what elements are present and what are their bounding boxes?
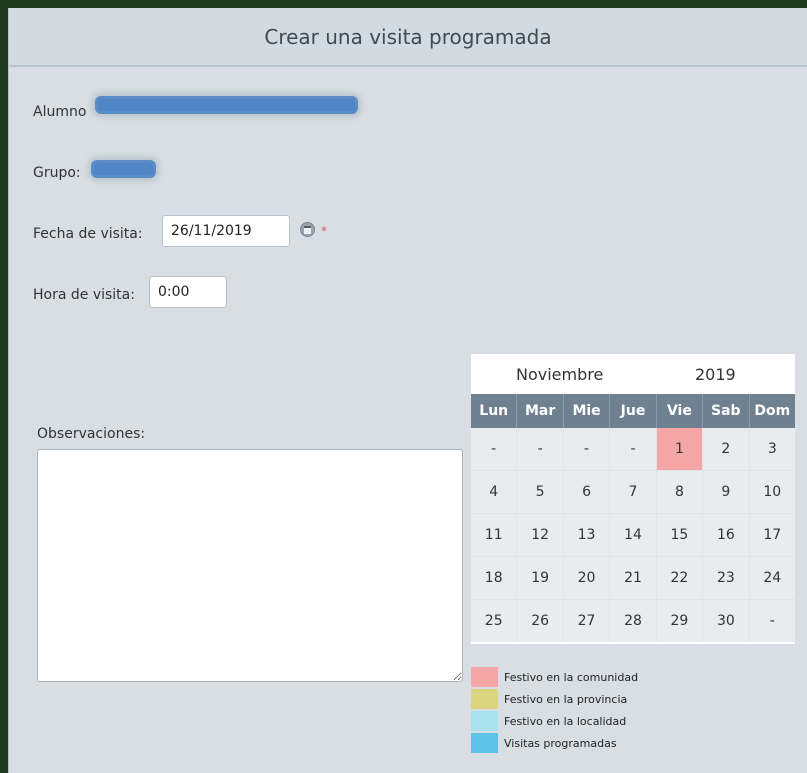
calendar-days-grid: - - - -1 2 3 4 5 6 7 8 9 10 11 12 13 14 15 16 17 18 19 20 21 22 2…	[471, 428, 795, 642]
legend-item: Festivo en la comunidad	[471, 666, 638, 688]
calendar: Noviembre 2019 Lun Mar Mie Jue Vie Sab D…	[471, 354, 795, 644]
calendar-day[interactable]: 28	[610, 600, 656, 642]
calendar-day[interactable]: 4	[471, 471, 517, 513]
dialog-title: Crear una visita programada	[264, 24, 552, 49]
weekday-vie: Vie	[657, 394, 704, 428]
calendar-day[interactable]: 9	[703, 471, 749, 513]
calendar-day: -	[471, 428, 517, 470]
calendar-day[interactable]: 12	[517, 514, 563, 556]
calendar-legend: Festivo en la comunidad Festivo en la pro…	[471, 666, 638, 754]
calendar-day[interactable]: 19	[517, 557, 563, 599]
calendar-day: -	[749, 600, 795, 642]
legend-swatch	[471, 711, 498, 731]
calendar-year: 2019	[695, 365, 736, 384]
calendar-day[interactable]: 6	[563, 471, 610, 513]
calendar-day[interactable]: 11	[471, 514, 517, 556]
calendar-day[interactable]: 26	[517, 600, 563, 642]
calendar-weekdays: Lun Mar Mie Jue Vie Sab Dom	[471, 394, 795, 428]
calendar-day: -	[610, 428, 656, 470]
calendar-month: Noviembre	[516, 365, 604, 384]
alumno-label: Alumno	[33, 104, 87, 120]
calendar-day[interactable]: 25	[471, 600, 517, 642]
hora-input[interactable]	[149, 276, 227, 308]
grupo-label: Grupo:	[33, 165, 81, 181]
required-mark: *	[321, 224, 327, 238]
legend-item: Visitas programadas	[471, 732, 638, 754]
calendar-icon[interactable]	[300, 222, 315, 237]
legend-label: Festivo en la provincia	[504, 692, 628, 706]
legend-swatch	[471, 733, 498, 753]
legend-item: Festivo en la provincia	[471, 688, 638, 710]
calendar-day[interactable]: 13	[563, 514, 610, 556]
calendar-day[interactable]: 16	[703, 514, 749, 556]
calendar-header: Noviembre 2019	[471, 354, 795, 394]
calendar-day[interactable]: 30	[703, 600, 749, 642]
weekday-lun: Lun	[471, 394, 518, 428]
calendar-day[interactable]: 2	[703, 428, 749, 470]
legend-swatch	[471, 689, 498, 709]
calendar-day: -	[563, 428, 610, 470]
calendar-day[interactable]: 17	[749, 514, 795, 556]
calendar-day[interactable]: 15	[656, 514, 703, 556]
grupo-redacted-value	[94, 163, 153, 175]
calendar-day[interactable]: 20	[563, 557, 610, 599]
calendar-day[interactable]: 27	[563, 600, 610, 642]
weekday-jue: Jue	[610, 394, 657, 428]
legend-label: Festivo en la comunidad	[504, 670, 639, 684]
calendar-day[interactable]: 18	[471, 557, 517, 599]
weekday-dom: Dom	[754, 403, 791, 419]
hora-label: Hora de visita:	[33, 287, 135, 303]
weekday-mie: Mie	[564, 394, 611, 428]
fecha-input[interactable]	[162, 215, 290, 247]
legend-swatch	[471, 667, 498, 687]
calendar-day[interactable]: 14	[610, 514, 656, 556]
dialog: Crear una visita programada Alumno Grupo…	[8, 8, 807, 773]
calendar-day[interactable]: 10	[749, 471, 795, 513]
calendar-day[interactable]: 3	[749, 428, 795, 470]
observaciones-textarea[interactable]	[37, 449, 463, 682]
observaciones-label: Observaciones:	[37, 426, 146, 442]
fecha-label: Fecha de visita:	[33, 226, 143, 242]
calendar-day[interactable]: 22	[656, 557, 703, 599]
calendar-day[interactable]: 21	[610, 557, 656, 599]
legend-item: Festivo en la localidad	[471, 710, 638, 732]
weekday-mar: Mar	[517, 394, 564, 428]
legend-label: Festivo en la localidad	[504, 714, 627, 728]
dialog-titlebar: Crear una visita programada	[9, 8, 807, 67]
weekday-sab: Sab	[703, 394, 750, 428]
calendar-day[interactable]: 7	[610, 471, 656, 513]
calendar-day[interactable]: 23	[703, 557, 749, 599]
alumno-redacted-value	[98, 99, 355, 111]
calendar-day: -	[517, 428, 563, 470]
calendar-day[interactable]: 1	[656, 428, 703, 470]
calendar-day[interactable]: 8	[656, 471, 703, 513]
calendar-day[interactable]: 5	[517, 471, 563, 513]
legend-label: Visitas programadas	[504, 736, 617, 750]
calendar-day[interactable]: 24	[749, 557, 795, 599]
calendar-day[interactable]: 29	[656, 600, 703, 642]
